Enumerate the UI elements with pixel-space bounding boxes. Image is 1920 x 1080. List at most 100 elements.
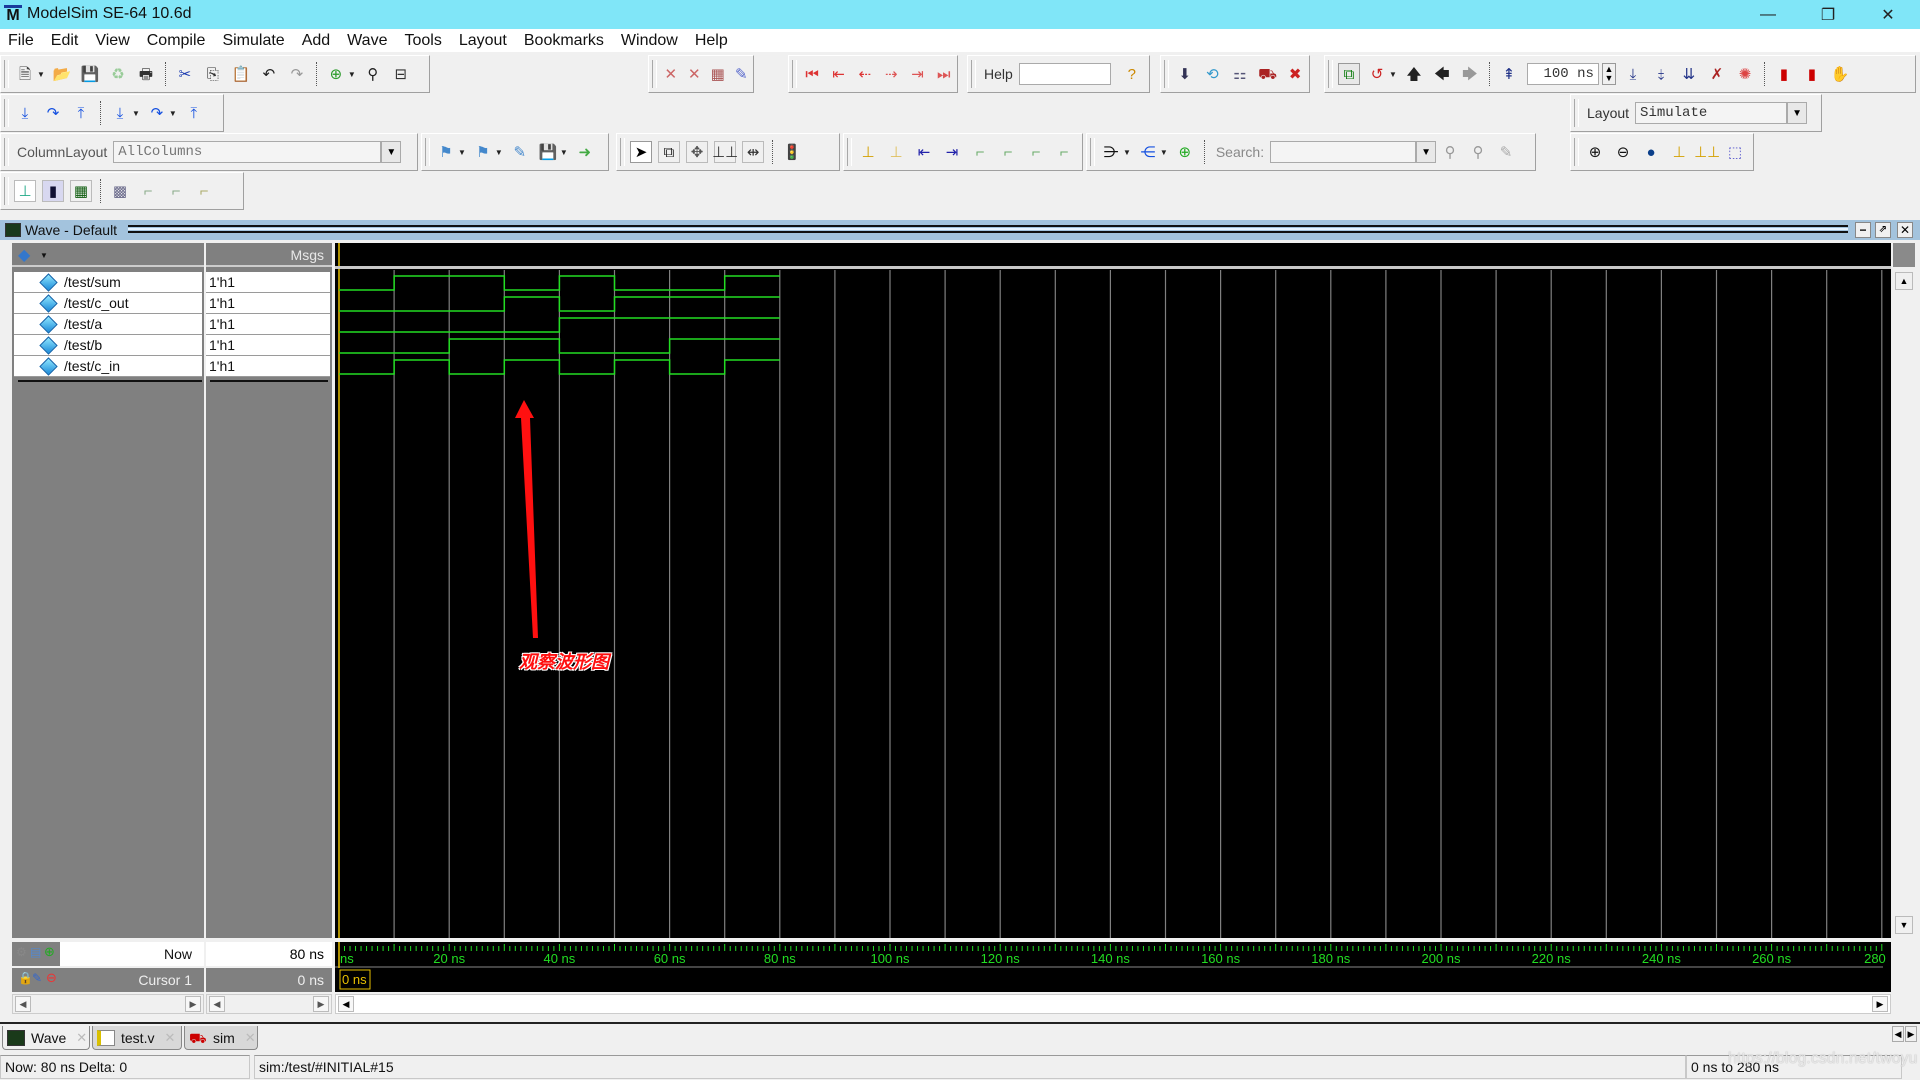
menu-file[interactable]: File [8, 32, 34, 50]
tab-wave[interactable]: Wave ✕ [2, 1026, 90, 1050]
new-file-icon[interactable]: 🗎 [14, 63, 36, 85]
scroll-up-button[interactable]: ▲ [1895, 272, 1913, 290]
waveform-vertical-scrollbar[interactable] [1893, 243, 1915, 938]
minimize-button[interactable]: — [1740, 0, 1796, 29]
waveform-a[interactable] [339, 317, 780, 333]
name-horizontal-scrollbar[interactable]: ◀ ▶ [12, 994, 204, 1014]
format-literal-icon[interactable]: ⊥ [14, 180, 36, 202]
save-icon[interactable]: 💾 [79, 63, 101, 85]
step-over-all-icon[interactable]: ↷ [146, 102, 168, 124]
close-tab-icon[interactable]: ✕ [245, 1030, 256, 1046]
edit-cursor-icon[interactable]: ✎ [32, 971, 42, 985]
menu-bookmarks[interactable]: Bookmarks [524, 32, 604, 50]
search-forward-icon[interactable]: ⚲ [1467, 141, 1489, 163]
cut-icon[interactable]: ✂ [174, 63, 196, 85]
value-horizontal-scrollbar[interactable]: ◀ ▶ [206, 994, 332, 1014]
link-icon[interactable]: ⧉ [1338, 63, 1360, 85]
forward-arrow-icon[interactable]: 🡆 [1459, 63, 1481, 85]
wave-style-2-icon[interactable]: ⌐ [165, 180, 187, 202]
close-button[interactable]: ✕ [1860, 0, 1916, 29]
step-over-icon[interactable]: ↷ [42, 102, 64, 124]
scroll-left-button[interactable]: ◀ [338, 996, 354, 1012]
dither-icon[interactable]: ▩ [109, 180, 131, 202]
add-cursor-icon[interactable]: ⊕ [44, 944, 55, 960]
remove-cursor-icon[interactable]: ⊖ [46, 970, 57, 986]
restart-icon[interactable]: ↺ [1366, 63, 1388, 85]
zoom-mode-icon[interactable]: ⧉ [658, 141, 680, 163]
simulate-icon[interactable]: ⚏ [1229, 63, 1251, 85]
waveform-c_in[interactable] [339, 359, 780, 375]
time-ruler-plot[interactable]: ns 20 ns 40 ns 60 ns 80 ns 100 ns 120 ns 140 ns… [335, 942, 1891, 992]
expand-time-dropdown-icon[interactable]: ▼ [1123, 148, 1131, 157]
signal-name-row[interactable]: /test/c_in [14, 356, 202, 377]
break-run-icon[interactable]: ✗ [1706, 63, 1728, 85]
add-bookmark-dropdown-icon[interactable]: ▼ [458, 148, 466, 157]
add-signal-icon[interactable]: ◆ [18, 245, 30, 265]
collapse-time-icon[interactable]: ⋲ [1137, 141, 1159, 163]
menu-add[interactable]: Add [302, 32, 330, 50]
undo-icon[interactable]: ↶ [258, 63, 280, 85]
waveform-b[interactable] [339, 338, 780, 354]
compile-all-icon[interactable]: ⟲ [1202, 63, 1224, 85]
close-tab-icon[interactable]: ✕ [164, 1030, 175, 1046]
delete-cursor-icon[interactable]: ⊥ [885, 141, 907, 163]
pan-mode-icon[interactable]: ✥ [686, 141, 708, 163]
prev-rising-edge-icon[interactable]: ⌐ [1025, 141, 1047, 163]
wave-minimize-button[interactable]: − [1855, 222, 1871, 238]
break-icon[interactable]: ✖ [1284, 63, 1306, 85]
find-binoculars-icon[interactable]: ⚲ [362, 63, 384, 85]
memory-profile-icon[interactable]: ▮ [1801, 63, 1823, 85]
copy-icon[interactable]: ⎘ [202, 63, 224, 85]
layout-select[interactable] [1635, 102, 1788, 124]
step-into-all-icon[interactable]: ⤓ [109, 102, 131, 124]
wave-close-button[interactable]: ✕ [1897, 222, 1913, 238]
waveform-sum[interactable] [339, 275, 780, 291]
search-input[interactable] [1270, 141, 1417, 163]
lock-cursors-icon[interactable]: ⚙ [16, 945, 27, 959]
zoom-cursor-icon[interactable]: ⊥ [1668, 141, 1690, 163]
back-arrow-icon[interactable]: 🡄 [1431, 63, 1453, 85]
waveform-plot[interactable] [335, 243, 1891, 938]
edit-bookmark-icon[interactable]: ✎ [509, 141, 531, 163]
up-arrow-icon[interactable]: 🡅 [1403, 63, 1425, 85]
add-dropdown-icon[interactable]: ▼ [348, 70, 356, 79]
menu-window[interactable]: Window [621, 32, 678, 50]
zoom-in-icon[interactable]: ⊕ [1584, 141, 1606, 163]
scroll-right-button[interactable]: ▶ [313, 996, 329, 1012]
scroll-left-button[interactable]: ◀ [15, 996, 31, 1012]
erase-icon[interactable]: ✎ [733, 63, 751, 85]
redo-icon[interactable]: ↷ [286, 63, 308, 85]
tab-scroll-right-button[interactable]: ▶ [1905, 1026, 1917, 1042]
compile-icon[interactable]: ⬇ [1174, 63, 1196, 85]
zoom-area-icon[interactable]: ⬚ [1724, 141, 1746, 163]
run-length-input[interactable] [1526, 63, 1599, 85]
menu-help[interactable]: Help [695, 32, 728, 50]
signal-name-row[interactable]: /test/b [14, 335, 202, 356]
sim-config-icon[interactable]: ⛟ [1257, 63, 1279, 85]
expand-time-icon[interactable]: ⋺ [1100, 141, 1122, 163]
monitor-icon[interactable]: ▤ [30, 945, 41, 959]
restart-dropdown-icon[interactable]: ▼ [1389, 70, 1397, 79]
search-backward-icon[interactable]: ⚲ [1439, 141, 1461, 163]
prev-edge-icon[interactable]: ⇤ [828, 63, 848, 85]
prev-falling-edge-icon[interactable]: ⌐ [969, 141, 991, 163]
wave-style-1-icon[interactable]: ⌐ [137, 180, 159, 202]
next-falling-edge-icon[interactable]: ⌐ [997, 141, 1019, 163]
add-icon[interactable]: ⊕ [325, 63, 347, 85]
remove-driver-left-icon[interactable]: ✕ [662, 63, 680, 85]
scroll-right-button[interactable]: ▶ [1872, 996, 1888, 1012]
column-layout-dropdown-icon[interactable]: ▼ [381, 141, 402, 163]
collapse-time-dropdown-icon[interactable]: ▼ [1160, 148, 1168, 157]
menu-simulate[interactable]: Simulate [222, 32, 284, 50]
waveform-c_out[interactable] [339, 296, 780, 312]
next-edge-icon[interactable]: ⇥ [907, 63, 927, 85]
print-icon[interactable]: 🖶 [135, 63, 157, 85]
reload-icon[interactable]: ♻ [107, 63, 129, 85]
tab-scroll-left-button[interactable]: ◀ [1892, 1026, 1904, 1042]
signal-name-row[interactable]: /test/c_out [14, 293, 202, 314]
run-length-icon[interactable]: ⇞ [1498, 63, 1520, 85]
paste-icon[interactable]: 📋 [230, 63, 252, 85]
run-all-icon[interactable]: ⇊ [1678, 63, 1700, 85]
menu-layout[interactable]: Layout [459, 32, 507, 50]
step-out-icon[interactable]: ⤒ [70, 102, 92, 124]
